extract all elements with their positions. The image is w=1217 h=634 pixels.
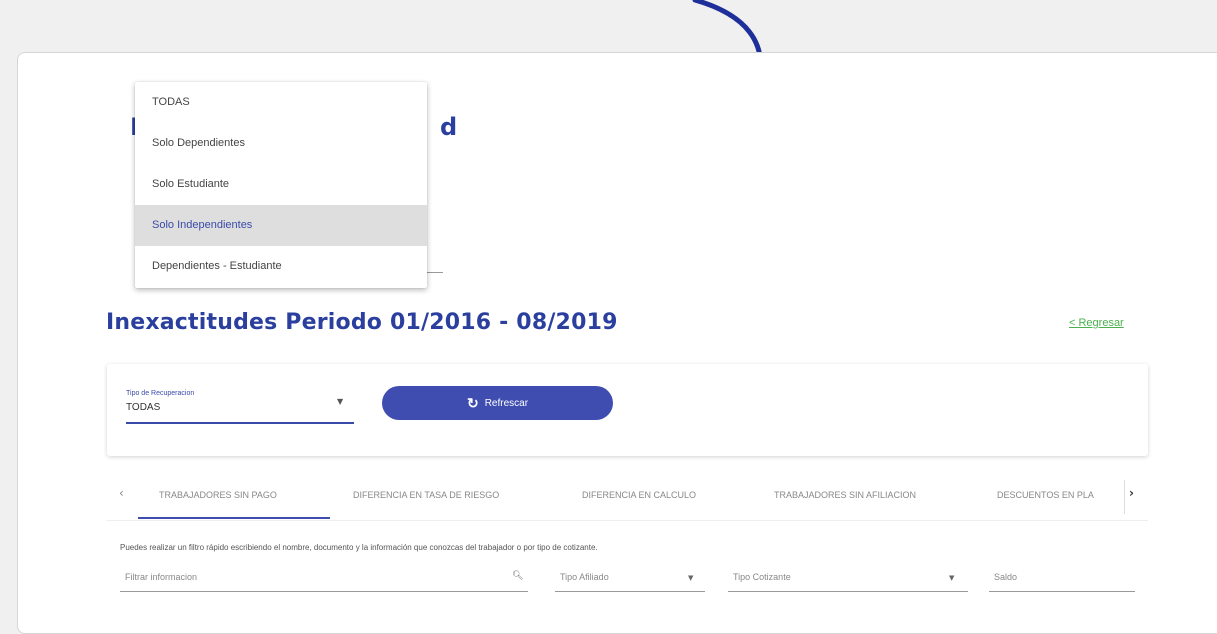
tab-overflow-clip: DESCUENTOS EN PLA (997, 478, 1127, 518)
refresh-button[interactable]: ↻ Refrescar (382, 386, 613, 420)
search-icon[interactable]: 🔍︎ (512, 571, 523, 581)
tipo-cotizante-caret-icon[interactable]: ▼ (949, 574, 954, 582)
tab-descuentos[interactable]: DESCUENTOS EN PLA (997, 490, 1094, 500)
tab-trabajadores-sin-pago[interactable]: TRABAJADORES SIN PAGO (159, 490, 277, 500)
saldo-underline (989, 591, 1135, 592)
tipo-afiliado-underline (555, 591, 705, 592)
select-underline (126, 422, 354, 424)
refresh-icon: ↻ (466, 395, 479, 411)
search-input[interactable]: Filtrar informacion (125, 572, 197, 582)
search-field[interactable]: Filtrar informacion 🔍︎ (120, 568, 528, 592)
tab-scroll-left-icon[interactable]: ‹ (119, 486, 124, 500)
recovery-type-select[interactable]: TODAS (126, 402, 160, 413)
filter-card: Tipo de Recuperacion TODAS ▼ ↻ Refrescar (107, 364, 1148, 456)
tab-divider (1124, 480, 1125, 514)
tipo-afiliado-select[interactable]: Tipo Afiliado ▼ (555, 568, 705, 592)
tipo-afiliado-label: Tipo Afiliado (560, 572, 609, 582)
page-title: Inexactitudes Periodo 01/2016 - 08/2019 (106, 310, 618, 335)
saldo-field[interactable]: Saldo (989, 568, 1135, 592)
tipo-cotizante-underline (728, 591, 968, 592)
active-tab-indicator (138, 517, 330, 519)
dropdown-option-solo-estudiante[interactable]: Solo Estudiante (135, 164, 427, 205)
dropdown-option-dependientes-estudiante[interactable]: Dependientes - Estudiante (135, 246, 427, 287)
obscured-title-end: d (440, 113, 458, 141)
dropdown-option-todas[interactable]: TODAS (135, 82, 427, 123)
filter-help-text: Puedes realizar un filtro rápido escribi… (120, 543, 598, 552)
saldo-input[interactable]: Saldo (994, 572, 1017, 582)
tab-diferencia-calculo[interactable]: DIFERENCIA EN CALCULO (582, 490, 696, 500)
recovery-type-dropdown-menu: TODAS Solo Dependientes Solo Estudiante … (135, 82, 427, 288)
obscured-underline (425, 272, 443, 273)
search-underline (120, 591, 528, 592)
tipo-afiliado-caret-icon[interactable]: ▼ (688, 574, 693, 582)
tipo-cotizante-select[interactable]: Tipo Cotizante ▼ (728, 568, 968, 592)
recovery-type-label: Tipo de Recuperacion (126, 390, 195, 397)
tab-bar: ‹ TRABAJADORES SIN PAGO DIFERENCIA EN TA… (107, 478, 1148, 521)
tab-diferencia-tasa-riesgo[interactable]: DIFERENCIA EN TASA DE RIESGO (353, 490, 499, 500)
dropdown-caret-icon[interactable]: ▼ (337, 397, 343, 406)
refresh-button-label: Refrescar (484, 397, 529, 409)
dropdown-option-solo-dependientes[interactable]: Solo Dependientes (135, 123, 427, 164)
dropdown-option-solo-independientes[interactable]: Solo Independientes (135, 205, 427, 246)
tipo-cotizante-label: Tipo Cotizante (733, 572, 791, 582)
tab-scroll-right-icon[interactable]: › (1129, 486, 1134, 500)
tab-trabajadores-sin-afiliacion[interactable]: TRABAJADORES SIN AFILIACION (774, 490, 916, 500)
back-link[interactable]: < Regresar (1069, 317, 1124, 329)
